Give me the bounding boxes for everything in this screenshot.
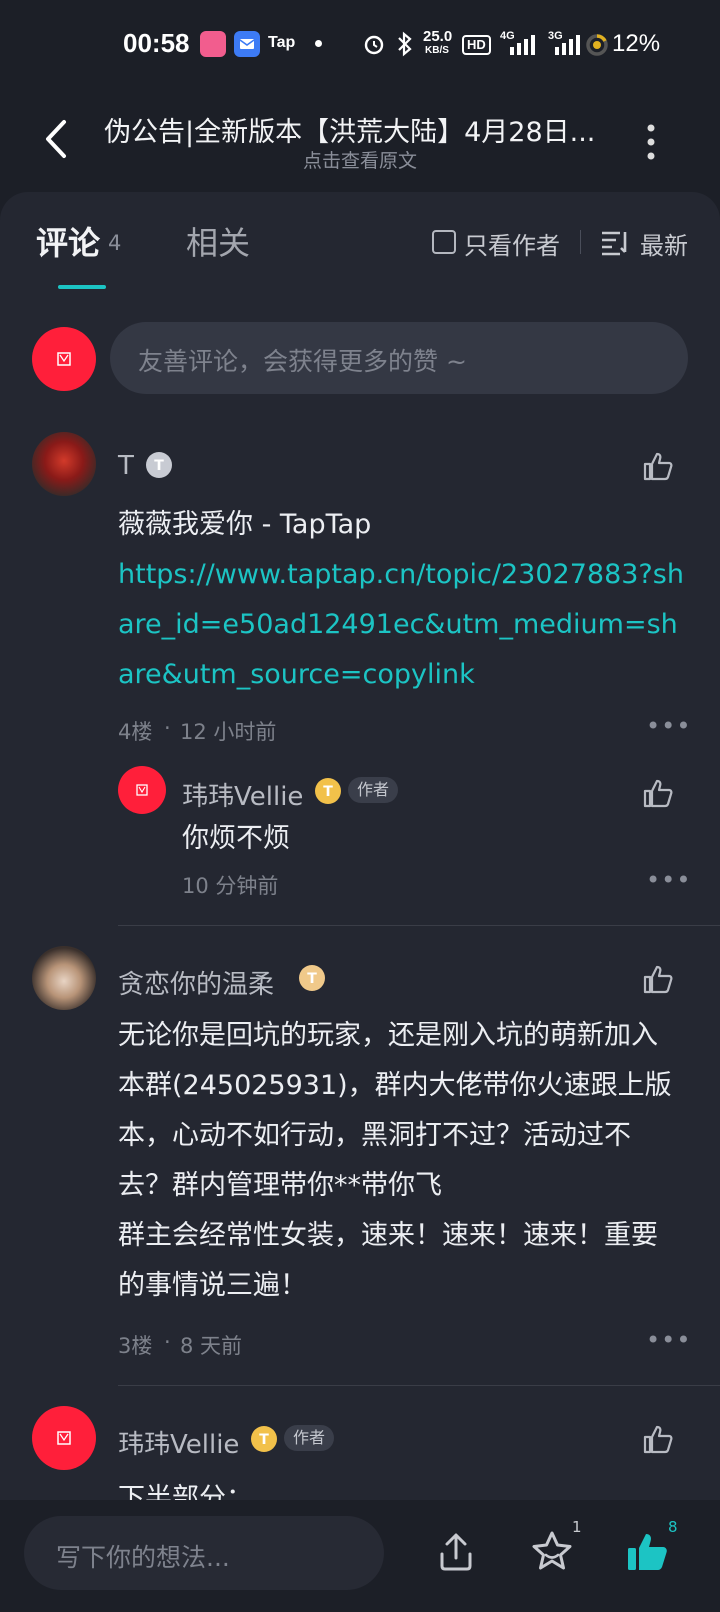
comment-time: 12 小时前 [180, 720, 277, 744]
battery-saver-icon [586, 34, 608, 56]
svg-text:T: T [307, 971, 317, 987]
share-icon[interactable] [434, 1530, 478, 1574]
comment-line: 群主会经常性女装，速来！速来！速来！重要 [118, 1220, 658, 1251]
comment-floor: 3楼 [118, 1334, 153, 1358]
post-title[interactable]: 伪公告|全新版本【洪荒大陆】4月28日... [104, 110, 614, 149]
sort-latest-label[interactable]: 最新 [640, 226, 688, 261]
comment-username[interactable]: 贪恋你的温柔 [118, 964, 274, 1001]
comment-time: 8 天前 [180, 1334, 243, 1358]
level-badge-icon: T [146, 452, 172, 478]
like-count: 8 [668, 1518, 678, 1536]
signal-bars-2-icon [555, 35, 580, 55]
svg-text:T: T [154, 458, 164, 474]
my-avatar[interactable] [32, 327, 96, 391]
view-original-link[interactable]: 点击查看原文 [0, 146, 720, 173]
comment-line: 去？群内管理带你**带你飞 [118, 1170, 442, 1201]
bottom-action-bar: 写下你的想法... 1 8 [0, 1500, 720, 1612]
reply-username[interactable]: 玮玮Vellie [182, 776, 303, 813]
like-icon[interactable] [642, 1422, 676, 1456]
notification-dot-icon [315, 40, 322, 47]
like-icon[interactable] [642, 962, 676, 996]
author-tag: 作者 [348, 777, 399, 803]
tab-comments[interactable]: 评论 [36, 218, 100, 264]
bilibili-app-icon [200, 31, 226, 57]
author-only-label[interactable]: 只看作者 [464, 226, 560, 261]
active-tab-indicator [58, 285, 106, 289]
signal-bars-icon [510, 35, 535, 55]
favorite-count: 1 [572, 1518, 582, 1536]
svg-text:T: T [259, 1432, 269, 1448]
tab-related[interactable]: 相关 [186, 218, 250, 264]
comments-sheet [0, 192, 720, 1612]
sort-icon[interactable] [600, 228, 630, 256]
comment-text: 无论你是回坑的玩家，还是刚入坑的萌新加入 本群(245025931)，群内大佬带… [118, 1011, 708, 1311]
svg-text:T: T [323, 784, 333, 800]
comment-link[interactable]: https://www.taptap.cn/topic/23027883?sha… [118, 550, 688, 700]
thumbs-up-filled-icon[interactable] [624, 1528, 672, 1576]
comment-line: 本群(245025931)，群内大佬带你火速跟上版 [118, 1070, 672, 1101]
comment-divider [118, 1385, 720, 1386]
status-time: 00:58 [123, 28, 190, 58]
avatar[interactable] [32, 432, 96, 496]
comment-line: 本，心动不如行动，黑洞打不过？活动过不 [118, 1120, 631, 1151]
bluetooth-icon [398, 31, 412, 57]
reply-text: 你烦不烦 [182, 823, 290, 854]
comment-line: 无论你是回坑的玩家，还是刚入坑的萌新加入 [118, 1020, 658, 1051]
status-bar: 00:58 Tap 25.0 KB/S HD 4G 3G 12% [0, 0, 720, 92]
comment-floor: 4楼 [118, 720, 153, 744]
meta-separator: · [164, 1330, 171, 1354]
avatar[interactable] [32, 1406, 96, 1470]
net-speed-unit: KB/S [425, 45, 449, 56]
gold-level-badge-icon: T [315, 778, 341, 804]
alarm-icon [364, 35, 384, 55]
comments-count: 4 [108, 231, 122, 255]
gold-level-badge-icon: T [251, 1426, 277, 1452]
reply-avatar[interactable] [118, 766, 166, 814]
battery-percent: 12% [612, 30, 661, 57]
gold-level-badge-icon: T [299, 965, 325, 991]
mail-app-icon [234, 31, 260, 57]
comment-input[interactable]: 友善评论，会获得更多的赞 ~ [110, 322, 688, 394]
taptap-app-icon: Tap [268, 34, 296, 51]
comment-text: 薇薇我爱你 - TapTap [118, 509, 372, 540]
like-icon[interactable] [642, 449, 676, 483]
more-vertical-icon[interactable] [646, 122, 656, 162]
comment-divider [118, 925, 720, 926]
hd-icon: HD [462, 35, 491, 55]
favorite-star-icon[interactable] [528, 1528, 576, 1576]
comment-input-placeholder: 友善评论，会获得更多的赞 ~ [138, 347, 467, 376]
reply-time: 10 分钟前 [182, 874, 279, 898]
reply-input[interactable]: 写下你的想法... [24, 1516, 384, 1590]
reply-input-placeholder: 写下你的想法... [56, 1543, 230, 1572]
comment-line: 的事情说三遍！ [118, 1270, 307, 1301]
comment-more-icon[interactable]: ••• [646, 1326, 691, 1354]
author-tag: 作者 [284, 1425, 335, 1451]
avatar[interactable] [32, 946, 96, 1010]
net-speed-value: 25.0 [423, 28, 453, 45]
comment-more-icon[interactable]: ••• [646, 712, 691, 740]
reply-more-icon[interactable]: ••• [646, 866, 691, 894]
like-icon[interactable] [642, 776, 676, 810]
meta-separator: · [164, 716, 171, 740]
comment-username[interactable]: T [118, 451, 134, 481]
post-header: 伪公告|全新版本【洪荒大陆】4月28日... 点击查看原文 [0, 92, 720, 192]
filter-divider [580, 230, 581, 254]
author-only-checkbox[interactable] [432, 230, 456, 254]
comment-username[interactable]: 玮玮Vellie [118, 1424, 239, 1461]
